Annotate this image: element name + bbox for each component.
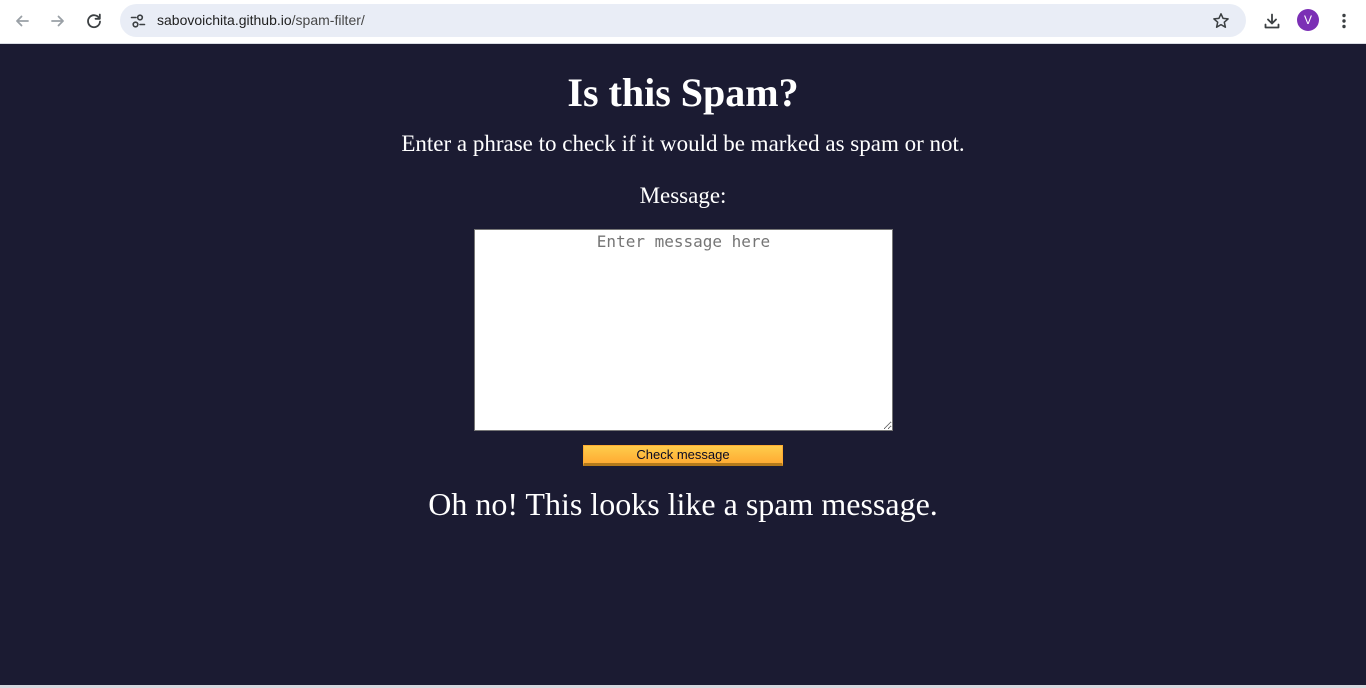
check-message-button[interactable]: Check message bbox=[583, 445, 783, 466]
result-message: Oh no! This looks like a spam message. bbox=[428, 486, 938, 522]
forward-arrow-icon bbox=[51, 15, 64, 27]
kebab-menu-icon bbox=[1342, 13, 1346, 29]
url-host: sabovoichita.github.io bbox=[157, 12, 292, 28]
page-content: Is this Spam? Enter a phrase to check if… bbox=[0, 44, 1366, 685]
profile-avatar[interactable]: V bbox=[1297, 9, 1319, 31]
message-label: Message: bbox=[639, 183, 727, 208]
back-arrow-icon bbox=[16, 15, 29, 27]
reload-icon bbox=[87, 13, 101, 29]
page-title: Is this Spam? bbox=[567, 70, 799, 115]
downloads-button[interactable] bbox=[1257, 6, 1287, 36]
address-bar[interactable]: sabovoichita.github.io/spam-filter/ bbox=[120, 4, 1246, 37]
reload-button[interactable] bbox=[79, 6, 109, 36]
browser-toolbar: sabovoichita.github.io/spam-filter/ V bbox=[0, 0, 1366, 44]
url-text: sabovoichita.github.io/spam-filter/ bbox=[157, 12, 365, 29]
download-icon bbox=[1264, 13, 1280, 29]
bookmark-star-icon[interactable] bbox=[1210, 10, 1232, 32]
page-description: Enter a phrase to check if it would be m… bbox=[401, 131, 965, 156]
back-button[interactable] bbox=[7, 6, 37, 36]
message-input[interactable] bbox=[474, 229, 893, 431]
browser-menu-button[interactable] bbox=[1329, 6, 1359, 36]
site-info-icon[interactable] bbox=[128, 11, 148, 31]
url-path: /spam-filter/ bbox=[291, 12, 365, 28]
forward-button[interactable] bbox=[43, 6, 73, 36]
